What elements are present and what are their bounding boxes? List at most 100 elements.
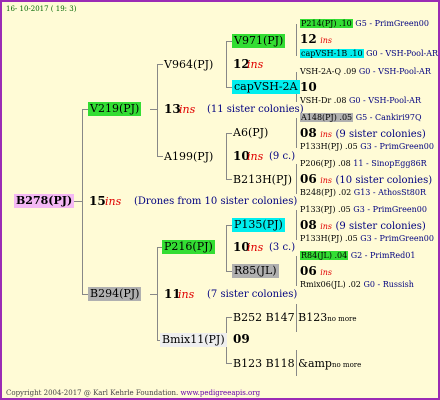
- l5-gen-row: 10: [300, 81, 317, 94]
- dds-tag: no more: [327, 315, 357, 323]
- dam-note: (7 sister colonies): [207, 289, 298, 300]
- l5-id: P133(PJ) .05: [300, 205, 351, 214]
- l5-origin: G13 - AthosSt80R: [353, 188, 426, 197]
- l5-gen: 08: [300, 218, 317, 232]
- root-ins: ins: [105, 195, 122, 208]
- l5-id: VSH-Dr .08: [300, 96, 347, 105]
- dam-queen[interactable]: B294(PJ): [88, 287, 142, 301]
- sdd-queen[interactable]: B213H(PJ): [233, 173, 292, 186]
- l5-row[interactable]: VSH-2A-Q .09 G0 - VSH-Pool-AR: [300, 67, 431, 77]
- l5-ins: ins: [320, 268, 333, 277]
- l5-id: VSH-2A-Q .09: [300, 67, 357, 76]
- l5-ins: ins: [320, 176, 333, 185]
- l5-id: P133H(PJ) .05: [300, 234, 358, 243]
- d-bracket-mid: [150, 294, 158, 295]
- ds-note: (3 c.): [269, 242, 296, 253]
- l5-bracket-1: [296, 24, 297, 56]
- sd-ins: ins: [247, 150, 264, 163]
- pedigree-chart: 16- 10-2017 ( 19: 3) B278(PJ) 15 ins (Dr…: [0, 0, 440, 400]
- l5-gen: 06: [300, 172, 317, 186]
- l5-origin: G0 - VSH-Pool-AR: [366, 49, 439, 58]
- l5-origin: G0 - VSH-Pool-AR: [349, 96, 421, 105]
- ds-ins: ins: [247, 241, 264, 254]
- l5-bracket-5: [296, 210, 297, 240]
- l5-origin: G3 - PrimGreen00: [353, 205, 427, 214]
- l5-row[interactable]: R84(JL) .04 G2 - PrimRed01: [300, 251, 415, 261]
- root-queen[interactable]: B278(PJ): [14, 194, 75, 208]
- sd-note: (9 c.): [269, 151, 296, 162]
- ss-queen[interactable]: V964(PJ): [164, 58, 213, 71]
- l5-note: (9 sister colonies): [335, 221, 426, 232]
- s-bracket-mid: [150, 109, 158, 110]
- l5-bracket-3: [296, 118, 297, 148]
- l5-ins: ins: [320, 222, 333, 231]
- ds-bracket: [226, 225, 227, 271]
- date-stamp: 16- 10-2017 ( 19: 3): [6, 5, 77, 13]
- ddd-id: B123 B118 &amp: [233, 357, 332, 370]
- l5-row[interactable]: A148(PJ) .05 G5 - Cankiri97Q: [300, 113, 422, 123]
- l5-row[interactable]: capVSH-1B .10 G0 - VSH-Pool-AR: [300, 49, 438, 59]
- dsd-queen[interactable]: R85(JL): [232, 264, 279, 278]
- dss-queen[interactable]: P135(PJ): [232, 218, 285, 232]
- sss-queen[interactable]: V971(PJ): [232, 34, 286, 48]
- dds-id: B252 B147 B123: [233, 311, 328, 324]
- ddd-queen[interactable]: B123 B118 &ampno more: [233, 357, 361, 370]
- sire-note: (11 sister colonies): [207, 104, 304, 115]
- dd-queen[interactable]: Bmix11(PJ): [160, 333, 227, 347]
- l5-bracket-4: [296, 164, 297, 194]
- l5-row[interactable]: B248(PJ) .02 G13 - AthosSt80R: [300, 188, 426, 198]
- root-bracket: [82, 109, 83, 295]
- ddd-connector: [226, 363, 232, 364]
- sire-ins: ins: [179, 103, 196, 116]
- sd-queen[interactable]: A199(PJ): [164, 150, 213, 163]
- l5-row[interactable]: P214(PJ) .10 G5 - PrimGreen00: [300, 19, 429, 29]
- l5-gen: 06: [300, 264, 317, 278]
- l5-gen: 08: [300, 126, 317, 140]
- l5-gen-row: 06 ins (10 sister colonies): [300, 173, 432, 186]
- sd-connector: [157, 156, 163, 157]
- root-note: (Drones from 10 sister colonies): [134, 196, 298, 207]
- l5-gen: 12: [300, 32, 317, 46]
- ds-queen[interactable]: P216(PJ): [162, 240, 215, 254]
- l5-origin: G0 - Russish: [363, 280, 414, 289]
- l5-origin: 11 - SinopEgg86R: [353, 159, 427, 168]
- l5-id: B248(PJ) .02: [300, 188, 352, 197]
- l5-note: (10 sister colonies): [335, 175, 433, 186]
- l5-bracket-6: [296, 256, 297, 286]
- root-generation: 15: [89, 194, 106, 208]
- ss-ins: ins: [247, 58, 264, 71]
- sire-queen[interactable]: V219(PJ): [88, 102, 142, 116]
- l5-id: P214(PJ) .10: [300, 19, 353, 28]
- l5-origin: G3 - PrimGreen00: [360, 234, 434, 243]
- l5-row[interactable]: Rmix06(JL) .02 G0 - Russish: [300, 280, 414, 290]
- ss-connector: [157, 64, 163, 65]
- root-connector: [74, 201, 83, 202]
- l5-row[interactable]: P133(PJ) .05 G3 - PrimGreen00: [300, 205, 427, 215]
- l5-ins: ins: [320, 130, 333, 139]
- ddd-tag: no more: [331, 361, 362, 369]
- l5-row[interactable]: P133H(PJ) .05 G3 - PrimGreen00: [300, 142, 434, 152]
- sds-connector: [226, 133, 232, 134]
- l5-id: P133H(PJ) .05: [300, 142, 358, 151]
- l5-gen-row: 12 ins: [300, 33, 332, 46]
- l5-row[interactable]: VSH-Dr .08 G0 - VSH-Pool-AR: [300, 96, 421, 106]
- l5-row[interactable]: P133H(PJ) .05 G3 - PrimGreen00: [300, 234, 434, 244]
- dds-queen[interactable]: B252 B147 B123no more: [233, 311, 357, 324]
- footer-link[interactable]: www.pedigreeapis.org: [181, 389, 261, 397]
- l5-gen: 10: [300, 80, 317, 94]
- sds-queen[interactable]: A6(PJ): [233, 126, 268, 139]
- ss-bracket: [226, 41, 227, 87]
- l5-gen-row: 08 ins (9 sister colonies): [300, 127, 426, 140]
- ssd-queen[interactable]: capVSH-2A: [232, 80, 300, 94]
- sdd-connector: [226, 179, 232, 180]
- dds-connector: [226, 317, 232, 318]
- l5-origin: G5 - Cankiri97Q: [355, 113, 422, 122]
- l5-origin: G3 - PrimGreen00: [360, 142, 434, 151]
- l5-id: A148(PJ) .05: [300, 113, 354, 122]
- s-bracket: [157, 64, 158, 156]
- l5-id: R84(JL) .04: [300, 251, 349, 260]
- l5-gen-row: 06 ins: [300, 265, 332, 278]
- sd-bracket: [226, 133, 227, 179]
- l5-row[interactable]: P206(PJ) .08 11 - SinopEgg86R: [300, 159, 427, 169]
- l5-gen-row: 08 ins (9 sister colonies): [300, 219, 426, 232]
